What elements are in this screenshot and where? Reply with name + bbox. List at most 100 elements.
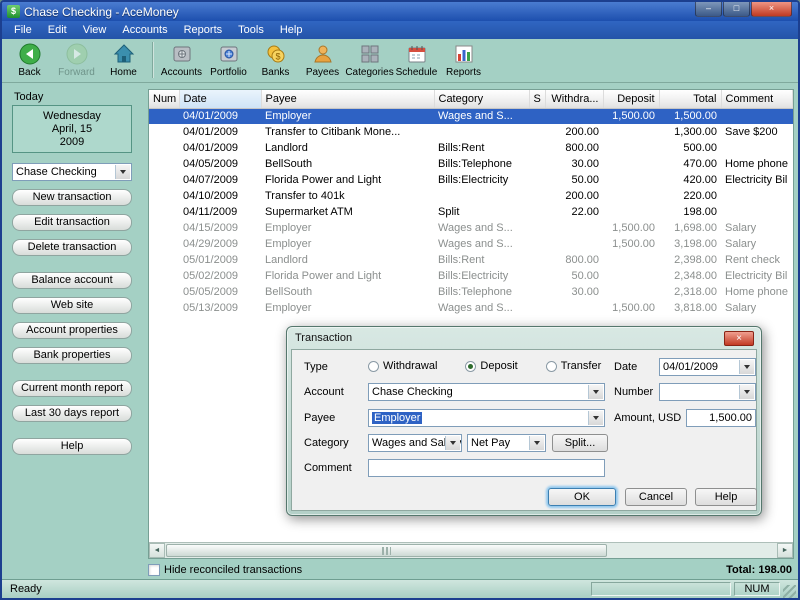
banks-button[interactable]: $ Banks: [252, 40, 299, 78]
chevron-down-icon: [739, 360, 754, 374]
cell-total: 198.00: [659, 204, 721, 220]
scrollbar-thumb[interactable]: [166, 544, 607, 557]
menu-item[interactable]: Accounts: [114, 22, 175, 38]
column-header-payee[interactable]: Payee: [261, 90, 434, 108]
column-header-num[interactable]: Num: [149, 90, 179, 108]
scrollbar-track[interactable]: [165, 543, 777, 558]
close-button[interactable]: ×: [751, 2, 792, 17]
column-header-date[interactable]: Date: [179, 90, 261, 108]
type-radio[interactable]: Deposit: [465, 360, 517, 372]
menu-item[interactable]: Reports: [176, 22, 231, 38]
cell-category: [434, 124, 529, 140]
cell-comment: Salary: [721, 220, 793, 236]
menu-item[interactable]: View: [75, 22, 115, 38]
cell-deposit: [603, 284, 659, 300]
account-combobox[interactable]: Chase Checking: [368, 383, 605, 401]
table-row[interactable]: 04/01/2009 Landlord Bills:Rent 800.00 50…: [149, 140, 793, 156]
table-row[interactable]: 04/11/2009 Supermarket ATM Split 22.00 1…: [149, 204, 793, 220]
table-row[interactable]: 05/01/2009 Landlord Bills:Rent 800.00 2,…: [149, 252, 793, 268]
table-row[interactable]: 04/01/2009 Transfer to Citibank Mone... …: [149, 124, 793, 140]
scroll-right-icon[interactable]: ►: [777, 543, 793, 558]
reports-button[interactable]: Reports: [440, 40, 487, 78]
column-header-category[interactable]: Category: [434, 90, 529, 108]
cell-category: [434, 188, 529, 204]
table-row[interactable]: 04/01/2009 Employer Wages and S... 1,500…: [149, 108, 793, 124]
sidebar-button[interactable]: Account properties: [12, 322, 132, 339]
column-header-withdrawal[interactable]: Withdra...: [545, 90, 603, 108]
column-header-total[interactable]: Total: [659, 90, 721, 108]
radio-label: Withdrawal: [383, 360, 437, 372]
cell-payee: Landlord: [261, 140, 434, 156]
sidebar-button[interactable]: Web site: [12, 297, 132, 314]
type-radio[interactable]: Withdrawal: [368, 360, 437, 372]
sidebar-button[interactable]: Last 30 days report: [12, 405, 132, 422]
table-row[interactable]: 04/07/2009 Florida Power and Light Bills…: [149, 172, 793, 188]
account-value: Chase Checking: [372, 386, 453, 398]
forward-button[interactable]: Forward: [53, 40, 100, 78]
back-icon: [18, 42, 42, 66]
portfolio-button[interactable]: Portfolio: [205, 40, 252, 78]
sidebar-button[interactable]: Balance account: [12, 272, 132, 289]
cell-date: 04/10/2009: [179, 188, 261, 204]
dialog-body: Type Withdrawal Deposit Transfer: [291, 349, 757, 511]
cell-category: Bills:Telephone: [434, 156, 529, 172]
column-header-status[interactable]: S: [529, 90, 545, 108]
menu-item[interactable]: File: [6, 22, 40, 38]
account-selector[interactable]: Chase Checking: [12, 163, 132, 181]
sidebar-button[interactable]: New transaction: [12, 189, 132, 206]
cell-num: [149, 140, 179, 156]
schedule-button[interactable]: Schedule: [393, 40, 440, 78]
cell-category: Bills:Rent: [434, 252, 529, 268]
category-combobox[interactable]: Wages and Salary: [368, 434, 462, 452]
scroll-left-icon[interactable]: ◄: [149, 543, 165, 558]
hide-reconciled-checkbox[interactable]: [148, 564, 160, 576]
sidebar-button[interactable]: Bank properties: [12, 347, 132, 364]
cell-deposit: 1,500.00: [603, 300, 659, 316]
payee-combobox[interactable]: Employer: [368, 409, 605, 427]
categories-button[interactable]: Categories: [346, 40, 393, 78]
table-row[interactable]: 04/15/2009 Employer Wages and S... 1,500…: [149, 220, 793, 236]
back-button[interactable]: Back: [6, 40, 53, 78]
maximize-button[interactable]: □: [723, 2, 750, 17]
accounts-button[interactable]: Accounts: [158, 40, 205, 78]
date-combobox[interactable]: 04/01/2009: [659, 358, 756, 376]
menu-item[interactable]: Tools: [230, 22, 272, 38]
table-row[interactable]: 05/05/2009 BellSouth Bills:Telephone 30.…: [149, 284, 793, 300]
cell-comment: Electricity Bil: [721, 268, 793, 284]
menu-item[interactable]: Edit: [40, 22, 75, 38]
payees-button[interactable]: Payees: [299, 40, 346, 78]
resize-grip[interactable]: [783, 585, 796, 598]
split-button[interactable]: Split...: [552, 434, 608, 452]
table-row[interactable]: 05/02/2009 Florida Power and Light Bills…: [149, 268, 793, 284]
amount-field[interactable]: [686, 409, 756, 427]
number-combobox[interactable]: [659, 383, 756, 401]
cell-category: Wages and S...: [434, 300, 529, 316]
table-row[interactable]: 04/29/2009 Employer Wages and S... 1,500…: [149, 236, 793, 252]
cell-status: [529, 204, 545, 220]
cancel-button[interactable]: Cancel: [625, 488, 687, 506]
payee-label: Payee: [304, 412, 335, 424]
dialog-close-button[interactable]: ×: [724, 331, 754, 346]
sidebar-button[interactable]: Help: [12, 438, 132, 455]
cell-status: [529, 300, 545, 316]
home-button[interactable]: Home: [100, 40, 147, 78]
table-row[interactable]: 05/13/2009 Employer Wages and S... 1,500…: [149, 300, 793, 316]
column-header-deposit[interactable]: Deposit: [603, 90, 659, 108]
ok-button[interactable]: OK: [548, 488, 616, 506]
horizontal-scrollbar[interactable]: ◄ ►: [149, 542, 793, 558]
cell-num: [149, 188, 179, 204]
table-row[interactable]: 04/05/2009 BellSouth Bills:Telephone 30.…: [149, 156, 793, 172]
table-row[interactable]: 04/10/2009 Transfer to 401k 200.00 220.0…: [149, 188, 793, 204]
comment-field[interactable]: [368, 459, 605, 477]
sidebar-button[interactable]: Edit transaction: [12, 214, 132, 231]
column-header-comment[interactable]: Comment: [721, 90, 793, 108]
help-button[interactable]: Help: [695, 488, 757, 506]
cell-deposit: [603, 188, 659, 204]
subcategory-combobox[interactable]: Net Pay: [467, 434, 546, 452]
menu-item[interactable]: Help: [272, 22, 311, 38]
sidebar-button[interactable]: Current month report: [12, 380, 132, 397]
sidebar-button[interactable]: Delete transaction: [12, 239, 132, 256]
cell-comment: Home phone: [721, 156, 793, 172]
type-radio[interactable]: Transfer: [546, 360, 602, 372]
minimize-button[interactable]: –: [695, 2, 722, 17]
